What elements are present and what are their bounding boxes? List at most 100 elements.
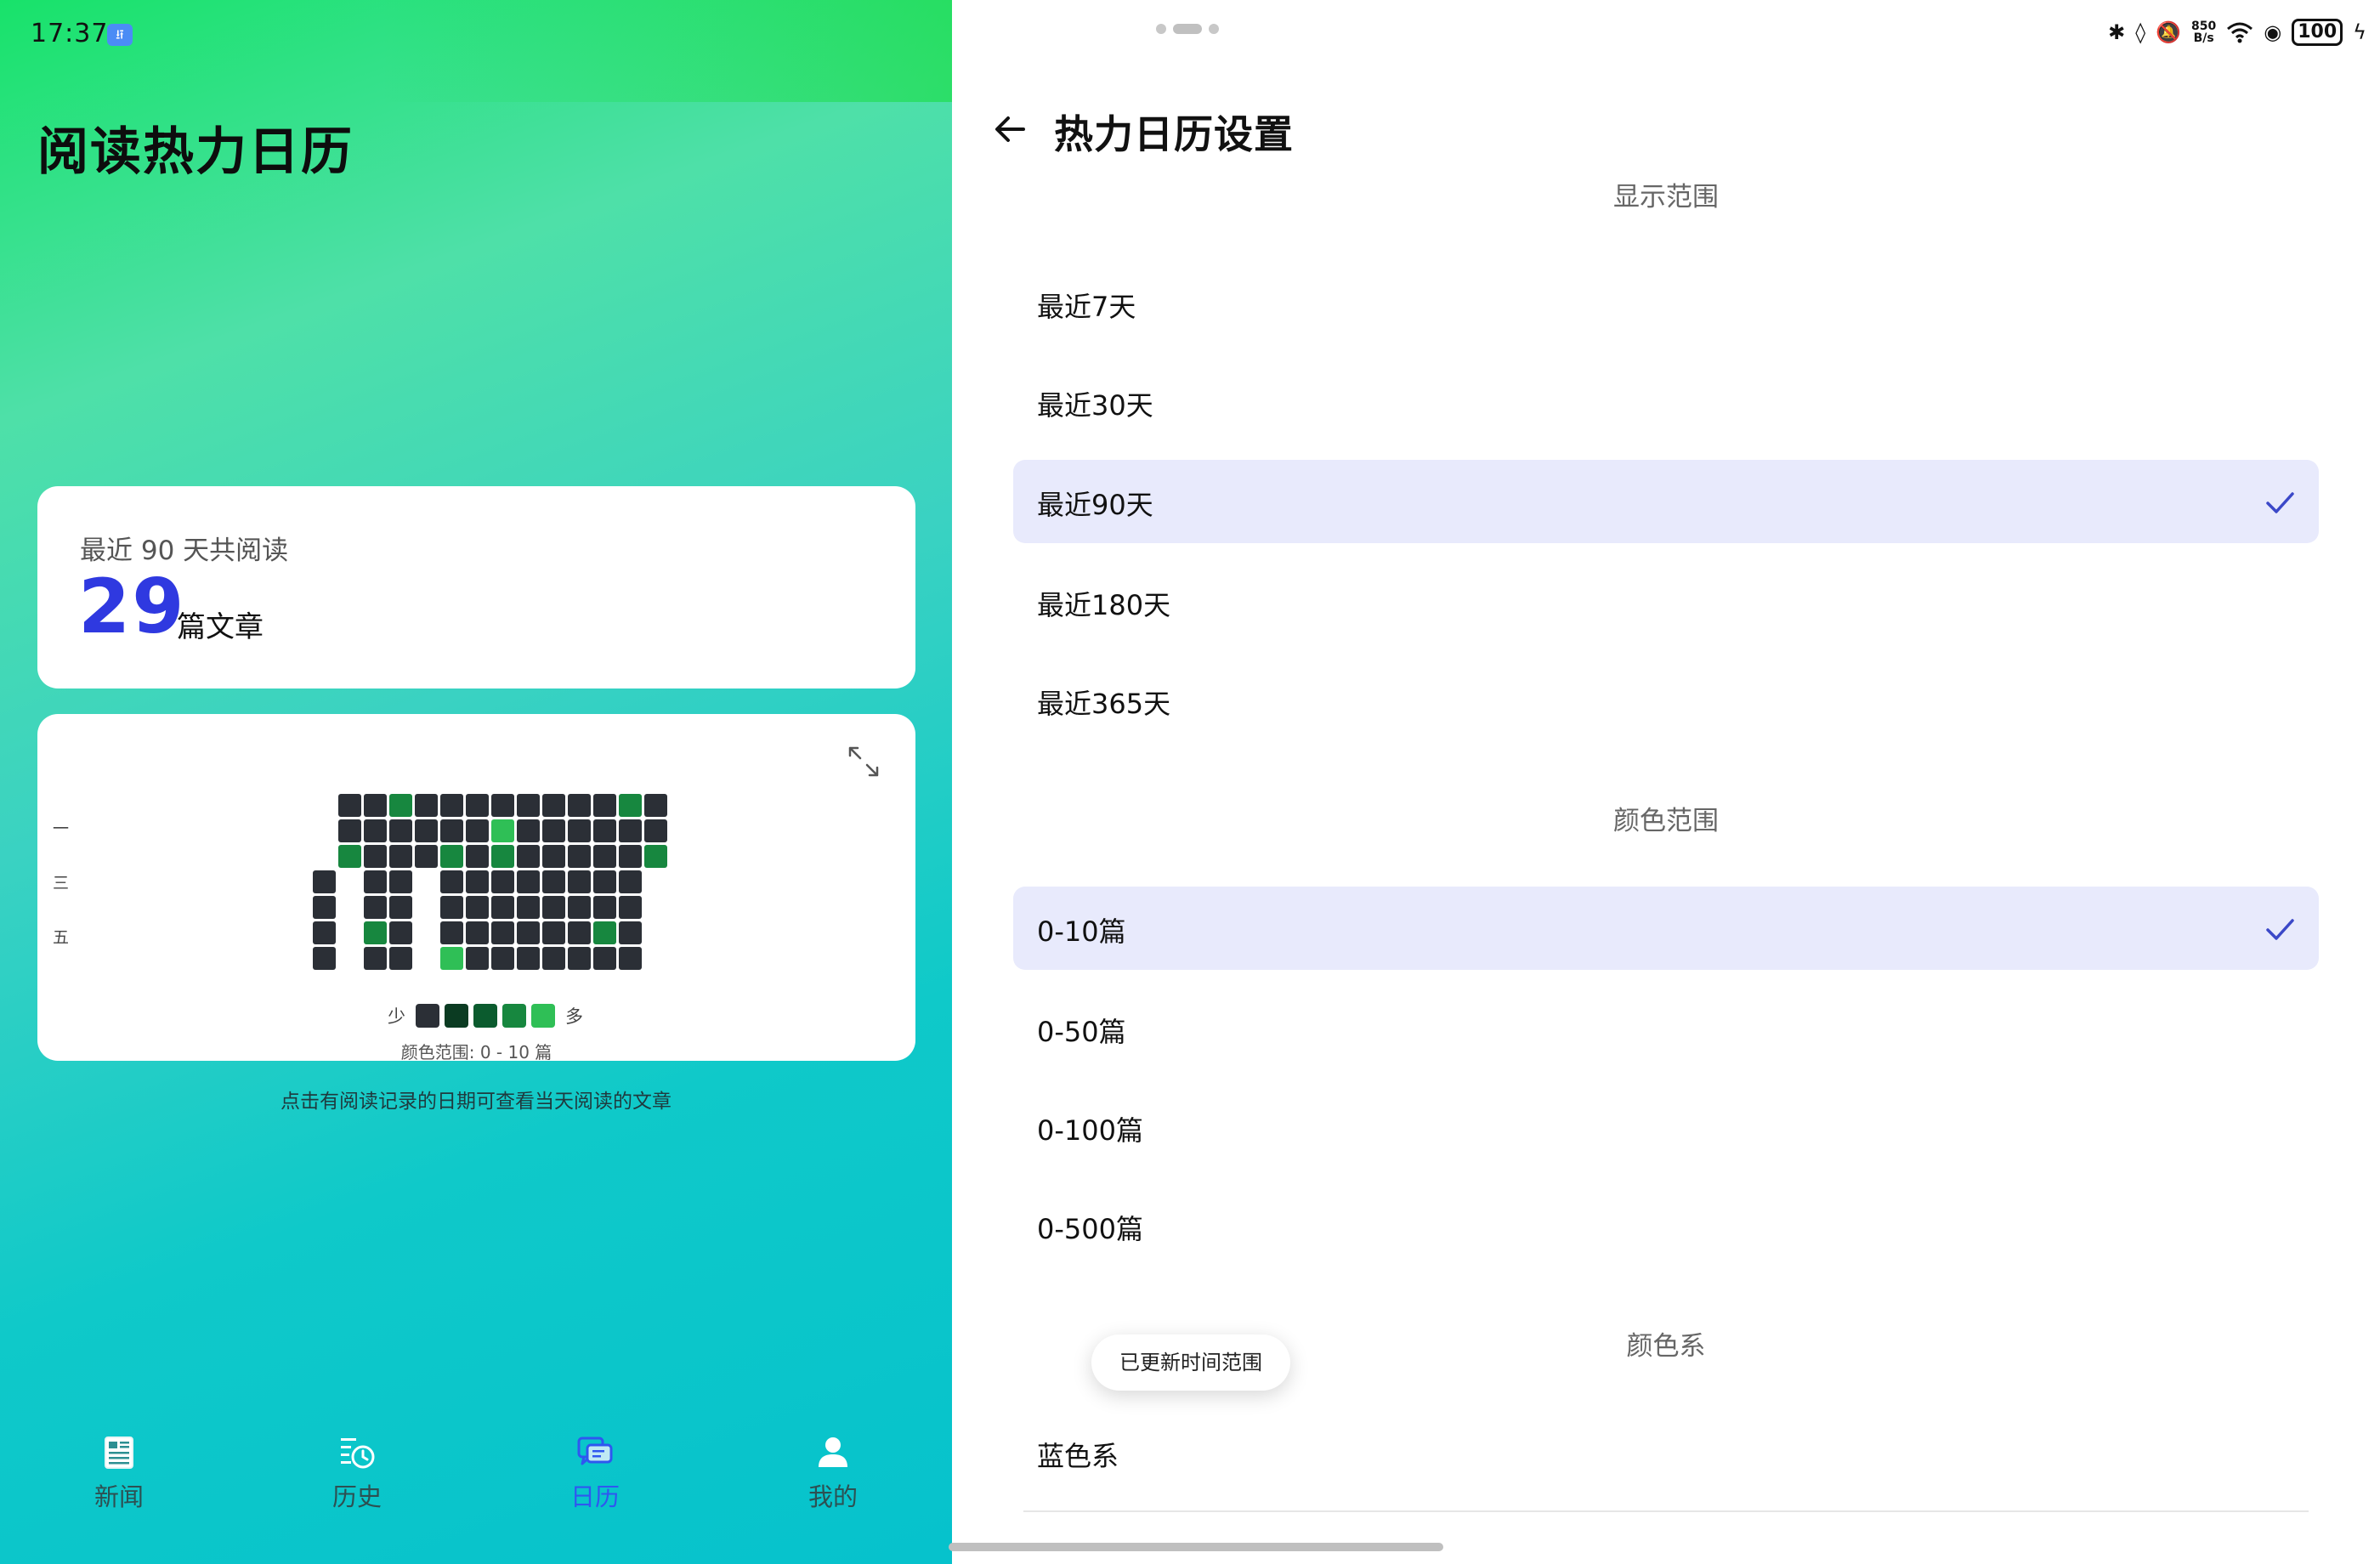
heatmap-day-cell[interactable] (619, 819, 642, 842)
heatmap-day-cell[interactable] (517, 947, 540, 970)
expand-icon[interactable] (847, 745, 881, 779)
heatmap-day-cell[interactable] (644, 794, 667, 817)
heatmap-day-cell[interactable] (644, 819, 667, 842)
heatmap-day-cell[interactable] (593, 921, 616, 944)
heatmap-day-cell[interactable] (415, 819, 438, 842)
heatmap-day-cell[interactable] (593, 870, 616, 893)
heatmap-day-cell[interactable] (338, 794, 361, 817)
heatmap-day-cell[interactable] (517, 845, 540, 868)
option-range-7[interactable]: 最近7天 (1013, 262, 2319, 345)
option-color-scheme-blue[interactable]: 蓝色系 (1013, 1411, 2319, 1494)
heatmap-day-cell[interactable] (440, 845, 463, 868)
heatmap-day-cell[interactable] (466, 819, 489, 842)
back-arrow-icon[interactable] (991, 110, 1028, 148)
heatmap-day-cell[interactable] (542, 896, 565, 919)
heatmap-day-cell[interactable] (364, 921, 387, 944)
heatmap-day-cell[interactable] (491, 896, 514, 919)
option-color-range-50[interactable]: 0-50篇 (1013, 987, 2319, 1070)
heatmap-day-cell[interactable] (517, 794, 540, 817)
heatmap-day-cell[interactable] (542, 870, 565, 893)
heatmap-day-cell[interactable] (517, 870, 540, 893)
home-indicator[interactable] (949, 1543, 1443, 1551)
heatmap-day-cell[interactable] (542, 819, 565, 842)
heatmap-day-cell[interactable] (568, 921, 591, 944)
heatmap-day-cell[interactable] (619, 870, 642, 893)
heatmap-day-cell[interactable] (364, 947, 387, 970)
heatmap-day-cell[interactable] (491, 794, 514, 817)
heatmap-day-cell[interactable] (491, 870, 514, 893)
heatmap-day-cell[interactable] (593, 947, 616, 970)
heatmap-day-cell[interactable] (542, 947, 565, 970)
heatmap-day-cell[interactable] (644, 845, 667, 868)
heatmap-day-cell[interactable] (364, 845, 387, 868)
heatmap-day-cell[interactable] (440, 794, 463, 817)
heatmap-day-cell[interactable] (389, 921, 412, 944)
option-range-90[interactable]: 最近90天 (1013, 460, 2319, 543)
heatmap-day-cell[interactable] (491, 845, 514, 868)
heatmap-day-cell[interactable] (440, 819, 463, 842)
heatmap-day-cell[interactable] (619, 947, 642, 970)
heatmap-day-cell[interactable] (415, 794, 438, 817)
heatmap-day-cell[interactable] (517, 896, 540, 919)
heatmap-day-cell[interactable] (466, 921, 489, 944)
tab-calendar[interactable]: 日历 (510, 1428, 680, 1522)
option-color-range-500[interactable]: 0-500篇 (1013, 1184, 2319, 1267)
heatmap-day-cell[interactable] (440, 921, 463, 944)
heatmap-day-cell[interactable] (517, 819, 540, 842)
heatmap-day-cell[interactable] (466, 896, 489, 919)
heatmap-day-cell[interactable] (593, 845, 616, 868)
heatmap-day-cell[interactable] (466, 947, 489, 970)
heatmap-day-cell[interactable] (415, 845, 438, 868)
heatmap-day-cell[interactable] (364, 896, 387, 919)
heatmap-day-cell[interactable] (389, 845, 412, 868)
heatmap-day-cell[interactable] (568, 845, 591, 868)
heatmap-day-cell[interactable] (338, 819, 361, 842)
heatmap-day-cell[interactable] (542, 794, 565, 817)
heatmap-day-cell[interactable] (593, 794, 616, 817)
heatmap-day-cell[interactable] (364, 794, 387, 817)
split-view-handle[interactable] (1156, 24, 1219, 34)
heatmap-day-cell[interactable] (313, 947, 336, 970)
heatmap-day-cell[interactable] (568, 819, 591, 842)
option-range-30[interactable]: 最近30天 (1013, 360, 2319, 444)
tab-history[interactable]: 历史 (272, 1428, 442, 1522)
heatmap-day-cell[interactable] (389, 870, 412, 893)
heatmap-day-cell[interactable] (542, 921, 565, 944)
heatmap-day-cell[interactable] (568, 870, 591, 893)
heatmap-day-cell[interactable] (313, 870, 336, 893)
option-color-range-10[interactable]: 0-10篇 (1013, 887, 2319, 970)
option-range-180[interactable]: 最近180天 (1013, 560, 2319, 643)
heatmap-day-cell[interactable] (619, 794, 642, 817)
heatmap-day-cell[interactable] (619, 845, 642, 868)
heatmap-day-cell[interactable] (542, 845, 565, 868)
heatmap-day-cell[interactable] (593, 819, 616, 842)
heatmap-day-cell[interactable] (593, 896, 616, 919)
heatmap-day-cell[interactable] (568, 947, 591, 970)
heatmap-day-cell[interactable] (517, 921, 540, 944)
heatmap-day-cell[interactable] (389, 819, 412, 842)
heatmap-day-cell[interactable] (338, 845, 361, 868)
heatmap-day-cell[interactable] (466, 870, 489, 893)
heatmap-day-cell[interactable] (491, 819, 514, 842)
heatmap-day-cell[interactable] (389, 947, 412, 970)
heatmap-day-cell[interactable] (619, 896, 642, 919)
heatmap-day-cell[interactable] (440, 896, 463, 919)
tab-news[interactable]: 新闻 (34, 1428, 204, 1522)
heatmap-day-cell[interactable] (491, 921, 514, 944)
option-color-range-100[interactable]: 0-100篇 (1013, 1085, 2319, 1169)
heatmap-day-cell[interactable] (491, 947, 514, 970)
heatmap-day-cell[interactable] (313, 921, 336, 944)
heatmap-day-cell[interactable] (466, 794, 489, 817)
tab-profile[interactable]: 我的 (748, 1428, 918, 1522)
heatmap-day-cell[interactable] (389, 794, 412, 817)
heatmap-day-cell[interactable] (440, 947, 463, 970)
heatmap-day-cell[interactable] (466, 845, 489, 868)
option-range-365[interactable]: 最近365天 (1013, 659, 2319, 742)
heatmap-day-cell[interactable] (568, 896, 591, 919)
heatmap-day-cell[interactable] (568, 794, 591, 817)
heatmap-day-cell[interactable] (440, 870, 463, 893)
heatmap-day-cell[interactable] (313, 896, 336, 919)
heatmap-day-cell[interactable] (619, 921, 642, 944)
heatmap-day-cell[interactable] (364, 870, 387, 893)
heatmap-day-cell[interactable] (389, 896, 412, 919)
